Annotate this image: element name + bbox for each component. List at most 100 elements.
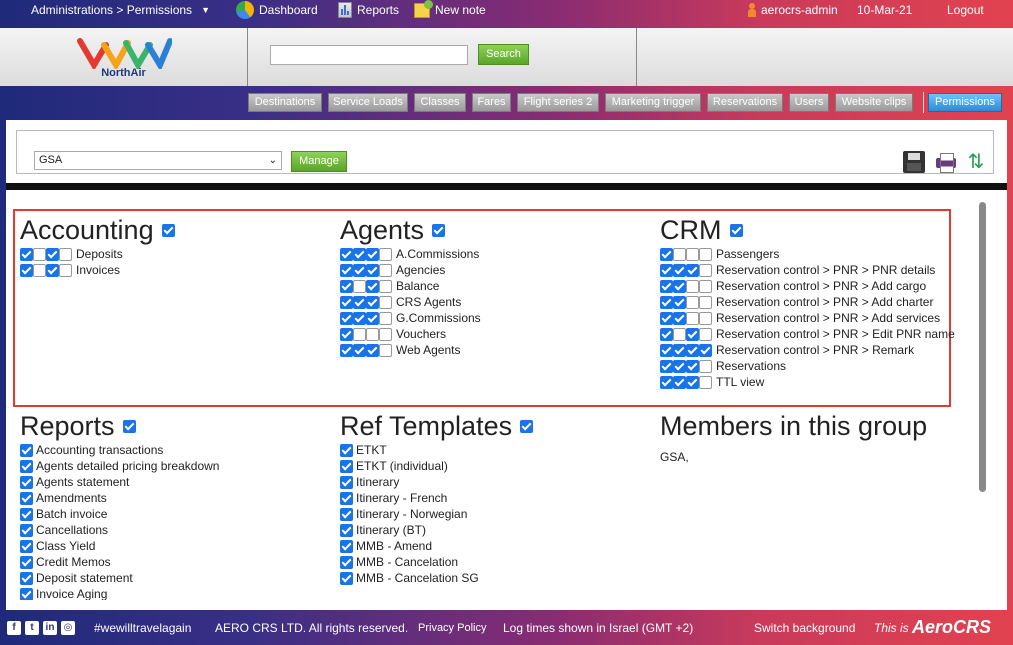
permission-checkbox[interactable] [699,295,712,309]
permission-checkbox[interactable] [20,263,33,277]
permission-checkbox[interactable] [699,375,712,389]
permission-checkbox[interactable] [366,311,379,325]
permission-checkbox[interactable] [699,343,712,357]
permission-checkbox[interactable] [33,263,46,277]
tab-marketing-trigger[interactable]: Marketing trigger [605,93,701,112]
permission-checkbox[interactable] [20,459,33,473]
permission-checkbox[interactable] [660,359,673,373]
permission-checkbox[interactable] [20,571,33,585]
permission-checkbox[interactable] [340,539,353,553]
tab-flight-series-2[interactable]: Flight series 2 [517,93,599,112]
user-menu[interactable]: aerocrs-admin [748,0,838,20]
section-checkbox[interactable] [520,419,534,433]
permission-checkbox[interactable] [686,279,699,293]
permission-checkbox[interactable] [340,507,353,521]
permission-checkbox[interactable] [20,507,33,521]
tab-users[interactable]: Users [789,93,829,112]
permission-checkbox[interactable] [46,263,59,277]
permission-checkbox[interactable] [366,247,379,261]
permission-checkbox[interactable] [20,443,33,457]
permission-checkbox[interactable] [340,555,353,569]
search-input[interactable] [270,45,468,65]
permission-checkbox[interactable] [673,327,686,341]
permission-checkbox[interactable] [660,327,673,341]
permission-checkbox[interactable] [353,327,366,341]
permission-checkbox[interactable] [20,555,33,569]
permission-checkbox[interactable] [699,279,712,293]
search-button[interactable]: Search [478,44,529,65]
permission-checkbox[interactable] [353,247,366,261]
linkedin-icon[interactable]: in [43,621,57,635]
permission-checkbox[interactable] [340,571,353,585]
permission-checkbox[interactable] [20,247,33,261]
instagram-icon[interactable]: ◎ [61,621,75,635]
permission-checkbox[interactable] [673,295,686,309]
permission-checkbox[interactable] [660,311,673,325]
permission-checkbox[interactable] [20,491,33,505]
permission-checkbox[interactable] [673,263,686,277]
permission-checkbox[interactable] [379,327,392,341]
permission-checkbox[interactable] [699,247,712,261]
permission-checkbox[interactable] [686,359,699,373]
permission-checkbox[interactable] [699,359,712,373]
switch-background-link[interactable]: Switch background [754,621,855,635]
permission-checkbox[interactable] [59,263,72,277]
save-icon[interactable] [903,151,925,173]
permission-checkbox[interactable] [366,279,379,293]
permission-checkbox[interactable] [686,311,699,325]
permission-checkbox[interactable] [673,311,686,325]
permission-checkbox[interactable] [379,263,392,277]
permission-checkbox[interactable] [46,247,59,261]
permission-checkbox[interactable] [20,587,33,600]
permission-checkbox[interactable] [340,295,353,309]
permission-checkbox[interactable] [20,523,33,537]
tab-service-loads[interactable]: Service Loads [328,93,408,112]
permission-checkbox[interactable] [340,459,353,473]
permission-checkbox[interactable] [353,311,366,325]
section-checkbox[interactable] [729,223,743,237]
permission-checkbox[interactable] [379,295,392,309]
permission-checkbox[interactable] [673,247,686,261]
tab-classes[interactable]: Classes [414,93,466,112]
facebook-icon[interactable]: f [7,621,21,635]
permission-checkbox[interactable] [673,279,686,293]
group-select[interactable]: GSA ⌄ [34,151,282,170]
permission-checkbox[interactable] [366,343,379,357]
permission-checkbox[interactable] [660,343,673,357]
permission-checkbox[interactable] [686,247,699,261]
manage-button[interactable]: Manage [291,151,347,172]
permission-checkbox[interactable] [379,311,392,325]
permission-checkbox[interactable] [660,247,673,261]
permission-checkbox[interactable] [660,279,673,293]
privacy-link[interactable]: Privacy Policy [418,622,486,634]
permission-checkbox[interactable] [20,475,33,489]
permission-checkbox[interactable] [340,443,353,457]
permission-checkbox[interactable] [340,343,353,357]
permission-checkbox[interactable] [660,295,673,309]
permission-checkbox[interactable] [353,263,366,277]
permission-checkbox[interactable] [686,327,699,341]
twitter-icon[interactable]: t [25,621,39,635]
permission-checkbox[interactable] [699,311,712,325]
permission-checkbox[interactable] [379,279,392,293]
tab-reservations[interactable]: Reservations [707,93,783,112]
permission-checkbox[interactable] [340,475,353,489]
permission-checkbox[interactable] [59,247,72,261]
permission-checkbox[interactable] [686,343,699,357]
permission-checkbox[interactable] [340,491,353,505]
breadcrumb-menu[interactable]: Administrations > Permissions ▼ [31,0,210,20]
refresh-icon[interactable]: ⇅ [965,151,987,173]
permission-checkbox[interactable] [340,523,353,537]
permission-checkbox[interactable] [686,263,699,277]
tab-fares[interactable]: Fares [472,93,511,112]
permission-checkbox[interactable] [340,247,353,261]
permission-checkbox[interactable] [340,279,353,293]
permission-checkbox[interactable] [353,295,366,309]
permission-checkbox[interactable] [366,295,379,309]
permission-checkbox[interactable] [673,343,686,357]
permission-checkbox[interactable] [660,375,673,389]
permission-checkbox[interactable] [686,295,699,309]
tab-permissions[interactable]: Permissions [928,93,1002,112]
section-checkbox[interactable] [122,419,136,433]
permission-checkbox[interactable] [340,263,353,277]
